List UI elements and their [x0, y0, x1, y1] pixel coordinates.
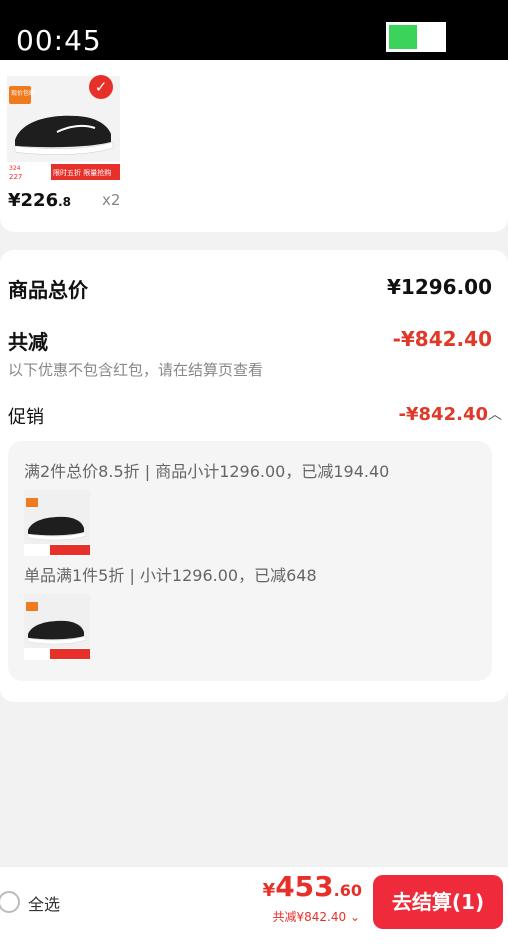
discount-label: 共减 [8, 330, 48, 354]
select-all-label[interactable]: 全选 [28, 891, 60, 915]
total-currency: ¥ [262, 880, 276, 901]
thumb-banner: 限时五折 限量抢购 [53, 168, 111, 177]
promo-product-thumbnail[interactable] [24, 594, 90, 660]
shoe-image [24, 594, 90, 660]
promo-value[interactable]: -¥842.40 [399, 404, 488, 425]
total-label: 商品总价 [8, 278, 88, 302]
item-price: ¥226.8 [8, 190, 71, 211]
promo-label: 促销 [8, 407, 44, 428]
battery-level [389, 25, 417, 49]
promo-line-2: 单品满1件5折 | 小计1296.00，已减648 [24, 566, 317, 585]
promo-line-1: 满2件总价8.5折 | 商品小计1296.00，已减194.40 [24, 462, 390, 481]
status-time: 00:45 [16, 24, 102, 57]
discount-value: -¥842.40 [392, 327, 492, 351]
chevron-up-icon[interactable]: ︿ [488, 404, 502, 424]
total-int: 453 [275, 870, 334, 903]
discount-note: 以下优惠不包含红包，请在结算页查看 [8, 361, 264, 379]
battery-icon [386, 22, 446, 52]
item-quantity[interactable]: x2 [102, 191, 120, 209]
discount-detail-toggle[interactable]: 共减¥842.40 ⌄ [273, 908, 361, 925]
item-checked-icon[interactable]: ✓ [89, 75, 113, 99]
total-dec: .60 [333, 881, 362, 900]
item-price-dec: .8 [58, 195, 72, 209]
thumb-price2: 227 [9, 173, 22, 181]
promo-product-thumbnail[interactable] [24, 490, 90, 556]
total-value: ¥1296.00 [386, 275, 492, 299]
checkout-button[interactable]: 去结算(1) [373, 875, 503, 929]
checkout-total: ¥453.60 [263, 870, 362, 903]
thumb-badge: 现价包邮 [11, 89, 35, 97]
thumb-price1: 324 [9, 165, 21, 172]
shoe-image [24, 490, 90, 556]
item-price-int: ¥226 [8, 190, 59, 211]
